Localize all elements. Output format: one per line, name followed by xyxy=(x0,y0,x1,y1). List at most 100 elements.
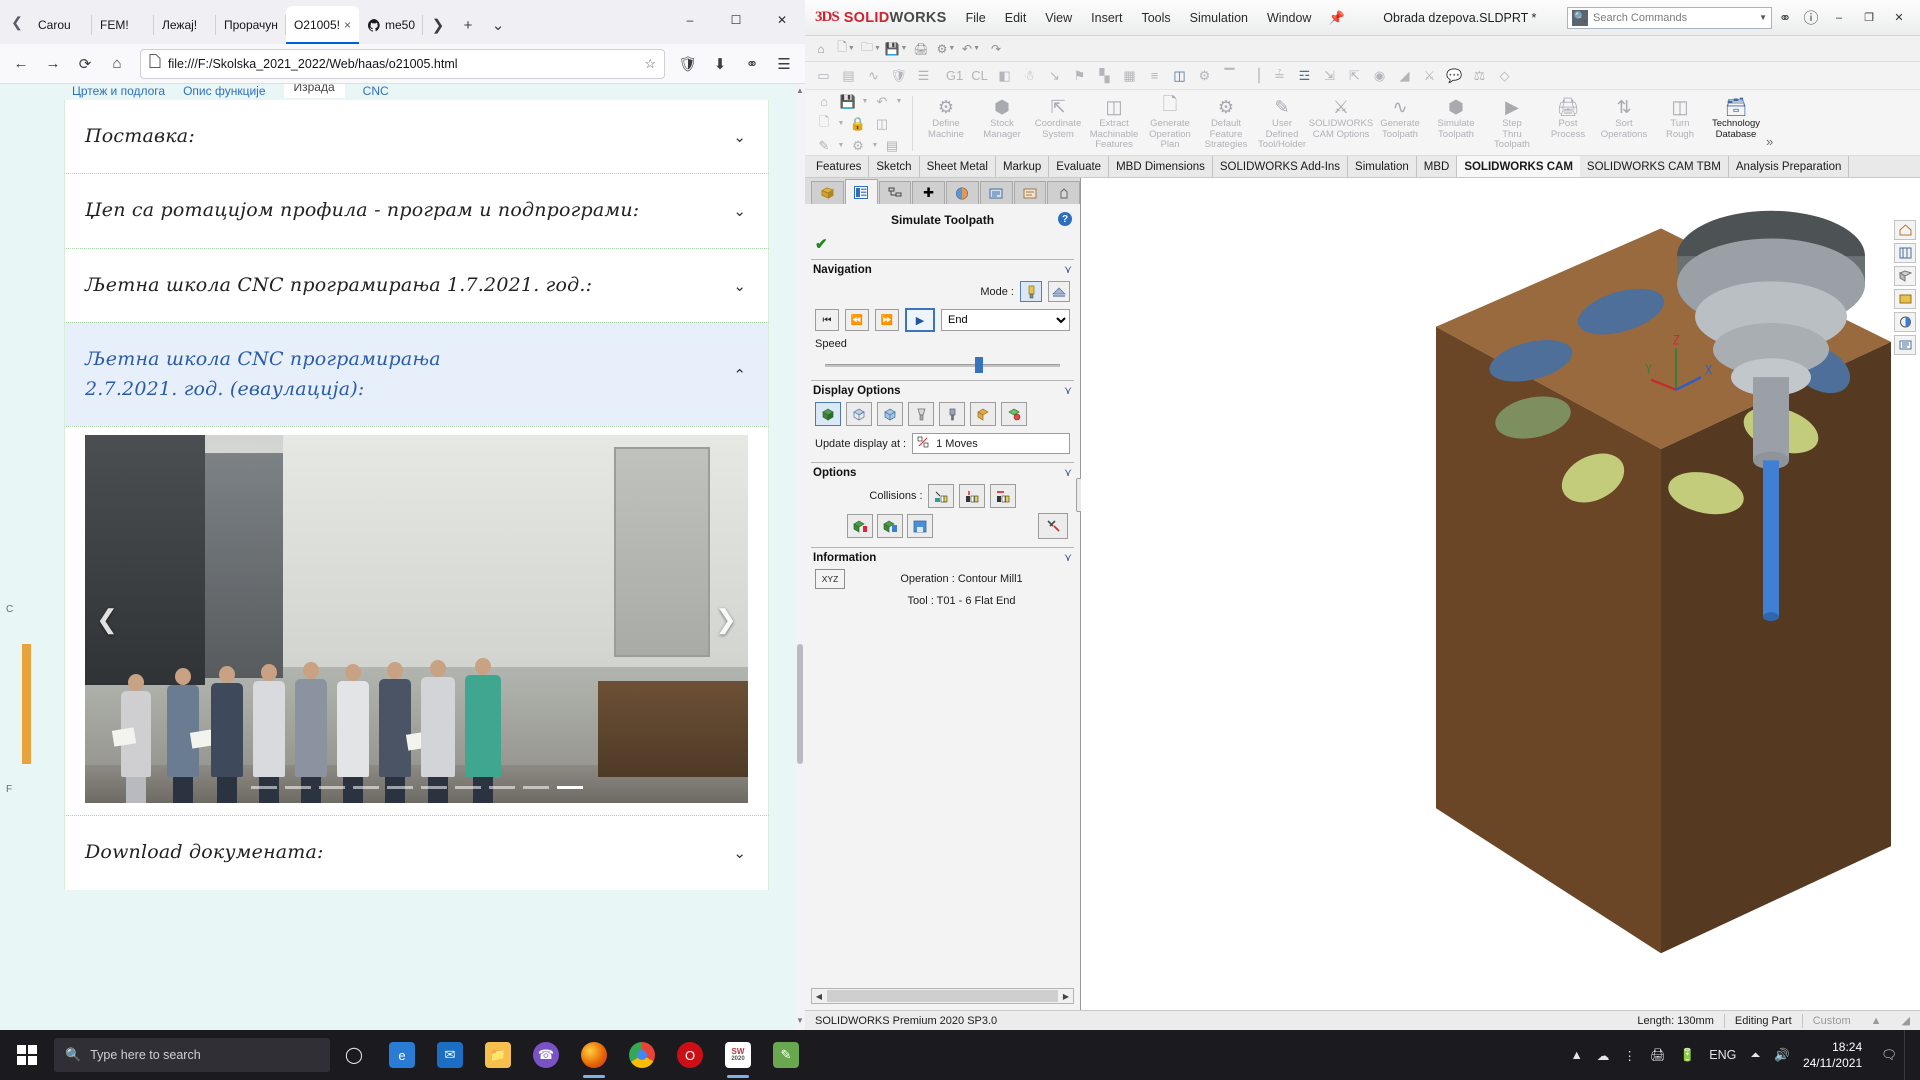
task-view-button[interactable]: ◯ xyxy=(330,1030,378,1080)
notification-icon[interactable]: 🗨 xyxy=(1874,1048,1904,1063)
run-to-select[interactable]: End xyxy=(941,309,1070,331)
carousel-dot[interactable] xyxy=(250,786,277,790)
ribbon-coordinate-system[interactable]: ⇱ Coordinate System xyxy=(1030,92,1086,155)
chevron-up-icon[interactable]: ⋎ xyxy=(1064,466,1072,479)
nav-link-drawing[interactable]: Цртеж и подлога xyxy=(72,84,165,98)
tab-simulation[interactable]: Simulation xyxy=(1348,156,1417,177)
settings-gear-icon[interactable]: ⚙ xyxy=(1192,64,1217,88)
home-icon[interactable]: ⌂ xyxy=(813,92,835,112)
hamburger-menu-icon[interactable]: ☰ xyxy=(769,49,799,79)
chevron-up-icon[interactable]: ⋎ xyxy=(1064,263,1072,276)
view-home-icon[interactable] xyxy=(1894,220,1916,240)
open-icon[interactable]: 🗀 ▼ xyxy=(859,38,883,60)
document-lines-icon[interactable]: ☲ xyxy=(1292,64,1317,88)
scroll-down-arrow[interactable]: ▼ xyxy=(795,1016,805,1028)
chevron-down-icon[interactable]: ⌄ xyxy=(726,128,746,146)
post-list-icon[interactable]: ◧ xyxy=(992,64,1017,88)
browser-tab[interactable]: Лежај! xyxy=(154,6,216,44)
ribbon-generate-operation-plan[interactable]: 🗋 Generate Operation Plan xyxy=(1142,92,1198,155)
shield-icon[interactable]: 🛡 xyxy=(673,49,703,79)
ribbon-default-feature-strategies[interactable]: ⚙ Default Feature Strategies xyxy=(1198,92,1254,155)
scroll-left-arrow[interactable]: ◀ xyxy=(812,992,826,1001)
wrench-settings-button[interactable] xyxy=(1038,513,1068,539)
update-display-field[interactable]: 1 Moves xyxy=(912,433,1070,454)
gear-icon[interactable]: ⚙ ▼ xyxy=(934,38,958,60)
step-back-button[interactable]: ⏪ xyxy=(845,309,869,331)
configuration-manager-icon[interactable] xyxy=(878,181,912,204)
menu-insert[interactable]: Insert xyxy=(1082,7,1131,29)
display-manager-icon[interactable]: ✚ xyxy=(912,181,945,204)
scroll-tabs-right-button[interactable]: ❯ xyxy=(423,6,453,44)
shield-feature-icon[interactable]: 🛡 xyxy=(886,64,911,88)
play-button[interactable]: ▶ xyxy=(905,308,935,332)
ribbon-extract-machinable-features[interactable]: ◫ Extract Machinable Features xyxy=(1086,92,1142,155)
chevron-down-icon[interactable]: ⌄ xyxy=(726,844,746,862)
help-balloon-icon[interactable]: 💬 xyxy=(1442,64,1467,88)
chart-icon[interactable]: ▚ xyxy=(1092,64,1117,88)
taskbar-viber[interactable]: ☎ xyxy=(522,1030,570,1080)
back-icon[interactable]: ← xyxy=(6,49,36,79)
appearance-scene-icon[interactable] xyxy=(1894,312,1916,332)
tools-icon[interactable]: ⚔ xyxy=(1417,64,1442,88)
mode-section-icon[interactable] xyxy=(1048,281,1070,302)
edit-definition-icon[interactable]: ▤ xyxy=(836,64,861,88)
list-all-tabs-icon[interactable]: ⌄ xyxy=(483,6,513,44)
nav-link-production[interactable]: Израда xyxy=(283,84,345,98)
start-button[interactable] xyxy=(0,1030,54,1080)
ribbon-sort-operations[interactable]: ⇅ Sort Operations xyxy=(1596,92,1652,155)
ribbon-simulate-toolpath[interactable]: ⬢ Simulate Toolpath xyxy=(1428,92,1484,155)
download-icon[interactable]: ⬇ xyxy=(705,49,735,79)
tool-display-icon[interactable] xyxy=(908,402,934,426)
browser-tab[interactable]: FEM! xyxy=(92,6,154,44)
properties-icon[interactable]: ◫ xyxy=(871,114,893,134)
slider-handle[interactable] xyxy=(975,357,983,373)
taskbar-mail[interactable]: ✉ xyxy=(426,1030,474,1080)
chevron-up-icon[interactable]: ⋎ xyxy=(1064,384,1072,397)
ribbon-define-machine[interactable]: ⚙ Define Machine xyxy=(918,92,974,155)
hide-show-items-icon[interactable] xyxy=(1894,289,1916,309)
tab-features[interactable]: Features xyxy=(809,156,870,177)
cl-data-icon[interactable]: CL xyxy=(967,64,992,88)
tab-solidworks-cam-tbm[interactable]: SOLIDWORKS CAM TBM xyxy=(1580,156,1729,177)
stop-on-collision-icon[interactable] xyxy=(989,484,1016,508)
shaded-stock-icon[interactable] xyxy=(815,402,841,426)
image-carousel[interactable]: ❮ ❯ xyxy=(85,435,748,804)
display-style-icon[interactable] xyxy=(1894,266,1916,286)
config-dropdown-icon[interactable]: ▲ xyxy=(1861,1015,1892,1027)
holder-display-icon[interactable] xyxy=(939,402,965,426)
carousel-prev-button[interactable]: ❮ xyxy=(89,590,125,648)
url-bar[interactable]: file:///F:/Skolska_2021_2022/Web/haas/o2… xyxy=(140,48,665,79)
taskbar-notepadpp[interactable]: ✎ xyxy=(762,1030,810,1080)
layers-icon[interactable]: ◇ xyxy=(1492,64,1517,88)
save-jpg-button[interactable] xyxy=(907,514,933,538)
browser-tab[interactable]: Прорачун xyxy=(216,6,286,44)
menu-file[interactable]: File xyxy=(957,7,995,29)
save-stock-button[interactable] xyxy=(847,514,873,538)
taskbar-solidworks[interactable]: SW 2020 xyxy=(714,1030,762,1080)
flag-icon[interactable]: ⚑ xyxy=(1067,64,1092,88)
ribbon-post-process[interactable]: 🖨 Post Process xyxy=(1540,92,1596,155)
minimize-button[interactable]: – xyxy=(667,0,713,40)
close-button[interactable]: ✕ xyxy=(759,0,805,40)
carousel-dot[interactable] xyxy=(488,786,515,790)
panel-horizontal-scrollbar[interactable]: ◀ ▶ xyxy=(811,988,1074,1004)
mill-part-setup-icon[interactable]: ∿ xyxy=(861,64,886,88)
chevron-up-icon[interactable]: ▲ xyxy=(1563,1048,1589,1062)
undo-icon[interactable]: ↶ ▼ xyxy=(959,38,983,60)
save-icon[interactable]: 💾 xyxy=(837,92,859,112)
bar-chart-icon[interactable]: ▔ xyxy=(1217,64,1242,88)
leader-icon[interactable]: ↘ xyxy=(1042,64,1067,88)
mode-tool-icon[interactable] xyxy=(1020,281,1042,302)
printer-icon[interactable]: 🖨 xyxy=(1643,1048,1673,1063)
account-icon[interactable]: ⚭ xyxy=(737,49,767,79)
skip-to-start-button[interactable]: ⏮ xyxy=(815,309,839,331)
ribbon-cam-options[interactable]: ⚔ SOLIDWORKS CAM Options xyxy=(1309,92,1373,155)
carousel-dot[interactable] xyxy=(318,786,345,790)
accordion-item[interactable]: Љетна школа CNC програмирања 1.7.2021. г… xyxy=(64,247,769,323)
export-icon[interactable]: ⇲ xyxy=(1317,64,1342,88)
curve-e-icon[interactable]: ≟ xyxy=(1267,64,1292,88)
double-chevron-right-icon[interactable]: » xyxy=(1764,134,1777,155)
accordion-item[interactable]: Download докумената: ⌄ xyxy=(64,815,769,890)
model-3d-render[interactable]: Y X Z xyxy=(1081,178,1920,1010)
scrollbar-thumb[interactable] xyxy=(827,990,1058,1002)
